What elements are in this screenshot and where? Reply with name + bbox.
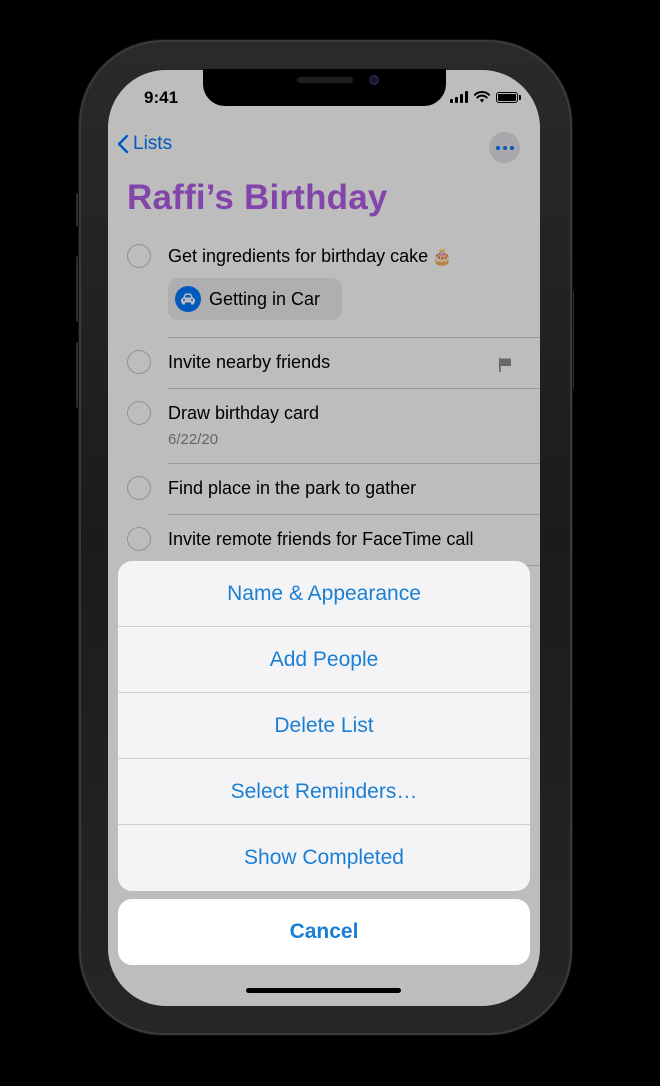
notch	[203, 69, 446, 106]
phone-screen: 9:41 Lists Raffi’s Birthday Get ingredie…	[108, 70, 540, 1006]
delete-list-button[interactable]: Delete List	[118, 693, 530, 759]
action-sheet: Name & Appearance Add People Delete List…	[118, 561, 530, 891]
select-reminders-button[interactable]: Select Reminders…	[118, 759, 530, 825]
stage: 9:41 Lists Raffi’s Birthday Get ingredie…	[0, 0, 660, 1086]
show-completed-button[interactable]: Show Completed	[118, 825, 530, 891]
cancel-button[interactable]: Cancel	[118, 899, 530, 965]
front-camera-icon	[369, 75, 379, 85]
home-indicator[interactable]	[246, 988, 401, 993]
add-people-button[interactable]: Add People	[118, 627, 530, 693]
name-appearance-button[interactable]: Name & Appearance	[118, 561, 530, 627]
